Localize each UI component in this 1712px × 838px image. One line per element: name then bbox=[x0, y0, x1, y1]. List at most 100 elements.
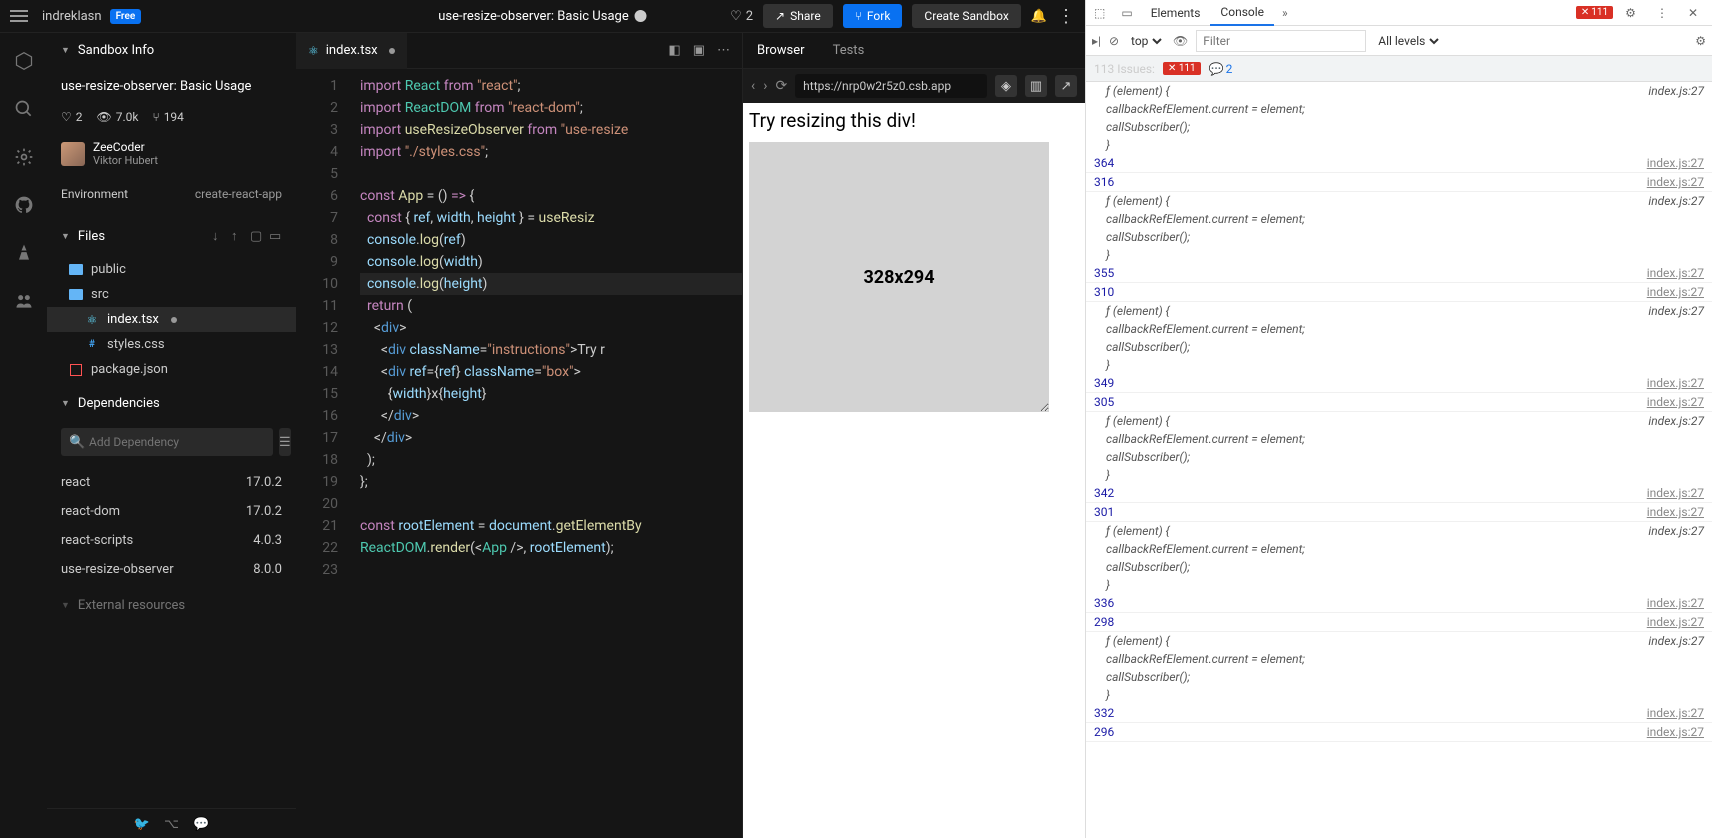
file-package-json[interactable]: package.json bbox=[47, 357, 296, 382]
files-header[interactable]: ▼ Files ↓ ↑ ▢ ▭ bbox=[47, 219, 296, 253]
preview-url-input[interactable] bbox=[795, 74, 987, 98]
console-log-row[interactable]: callSubscriber(); bbox=[1086, 228, 1712, 246]
console-log-row[interactable]: 296index.js:27 bbox=[1086, 723, 1712, 742]
create-sandbox-button[interactable]: Create Sandbox bbox=[912, 4, 1020, 28]
user-area[interactable]: indreklasn Free bbox=[42, 9, 141, 24]
source-link[interactable]: index.js:27 bbox=[1647, 155, 1704, 171]
settings-icon[interactable] bbox=[14, 147, 34, 167]
console-log-row[interactable]: 364index.js:27 bbox=[1086, 154, 1712, 173]
file-styles-css[interactable]: #styles.css bbox=[47, 332, 296, 357]
dependency-react[interactable]: react17.0.2 bbox=[61, 468, 282, 497]
bell-icon[interactable]: 🔔 bbox=[1031, 9, 1047, 24]
console-log-row[interactable]: ƒ (element) {index.js:27 bbox=[1086, 412, 1712, 430]
back-icon[interactable]: ‹ bbox=[751, 78, 755, 94]
resizable-box[interactable]: 328x294 bbox=[749, 142, 1049, 412]
console-log-row[interactable]: ƒ (element) {index.js:27 bbox=[1086, 192, 1712, 210]
deploy-icon[interactable] bbox=[14, 243, 34, 263]
console-log-row[interactable]: } bbox=[1086, 466, 1712, 484]
source-link[interactable]: index.js:27 bbox=[1648, 633, 1704, 649]
privacy-icon[interactable] bbox=[635, 10, 647, 22]
menu-icon[interactable] bbox=[10, 10, 28, 22]
device-icon[interactable]: ▭ bbox=[1113, 6, 1140, 20]
live-icon[interactable] bbox=[14, 291, 34, 311]
source-link[interactable]: index.js:27 bbox=[1647, 504, 1704, 520]
inspect-icon[interactable]: ⬚ bbox=[1086, 6, 1113, 20]
source-link[interactable]: index.js:27 bbox=[1647, 724, 1704, 740]
console-log-row[interactable]: callSubscriber(); bbox=[1086, 668, 1712, 686]
source-link[interactable]: index.js:27 bbox=[1647, 265, 1704, 281]
console-log-row[interactable]: callSubscriber(); bbox=[1086, 338, 1712, 356]
sidebar-toggle-icon[interactable]: ▸| bbox=[1092, 34, 1101, 48]
like-button[interactable]: ♡ 2 bbox=[730, 9, 753, 24]
preview-tool-2-icon[interactable]: ▥ bbox=[1025, 75, 1047, 97]
source-link[interactable]: index.js:27 bbox=[1647, 375, 1704, 391]
clear-console-icon[interactable]: ⊘ bbox=[1109, 34, 1119, 48]
console-log-row[interactable]: } bbox=[1086, 576, 1712, 594]
tab-console[interactable]: Console bbox=[1210, 0, 1274, 26]
eye-icon[interactable]: 👁 bbox=[1173, 34, 1188, 48]
console-log-row[interactable]: 336index.js:27 bbox=[1086, 594, 1712, 613]
console-log-row[interactable]: callbackRefElement.current = element; bbox=[1086, 650, 1712, 668]
console-log-row[interactable]: callbackRefElement.current = element; bbox=[1086, 540, 1712, 558]
console-log-row[interactable]: ƒ (element) {index.js:27 bbox=[1086, 522, 1712, 540]
search-icon[interactable] bbox=[14, 99, 34, 119]
tab-tests[interactable]: Tests bbox=[833, 43, 865, 58]
console-log-row[interactable]: callbackRefElement.current = element; bbox=[1086, 210, 1712, 228]
console-log-row[interactable]: } bbox=[1086, 246, 1712, 264]
sandbox-info-header[interactable]: ▼Sandbox Info bbox=[47, 33, 296, 67]
source-link[interactable]: index.js:27 bbox=[1648, 193, 1704, 209]
console-log-row[interactable]: } bbox=[1086, 686, 1712, 704]
file-index-tsx[interactable]: ⚛index.tsx bbox=[47, 307, 296, 332]
dependency-menu-icon[interactable]: ☰ bbox=[279, 428, 291, 456]
console-log-row[interactable]: 349index.js:27 bbox=[1086, 374, 1712, 393]
close-icon[interactable]: ✕ bbox=[1680, 6, 1706, 20]
upload-icon[interactable]: ↑ bbox=[231, 228, 244, 244]
code-editor[interactable]: 1234567891011121314151617181920212223 im… bbox=[296, 69, 742, 838]
source-link[interactable]: index.js:27 bbox=[1647, 485, 1704, 501]
code-content[interactable]: import React from "react";import ReactDO… bbox=[352, 69, 742, 838]
source-link[interactable]: index.js:27 bbox=[1647, 284, 1704, 300]
console-log-row[interactable]: 342index.js:27 bbox=[1086, 484, 1712, 503]
sandbox-icon[interactable] bbox=[14, 51, 34, 71]
console-log-row[interactable]: 355index.js:27 bbox=[1086, 264, 1712, 283]
external-resources-header[interactable]: ▼External resources bbox=[47, 588, 296, 622]
console-filter-input[interactable] bbox=[1196, 30, 1366, 52]
add-dependency-input[interactable] bbox=[61, 428, 273, 456]
console-log-row[interactable]: 305index.js:27 bbox=[1086, 393, 1712, 412]
author-row[interactable]: ZeeCoder Viktor Hubert bbox=[61, 130, 282, 177]
console-settings-icon[interactable]: ⚙ bbox=[1695, 34, 1706, 48]
more-menu-icon[interactable]: ⋮ bbox=[1057, 6, 1075, 27]
layout-icon[interactable]: ▣ bbox=[693, 43, 705, 58]
console-log-row[interactable]: callbackRefElement.current = element; bbox=[1086, 430, 1712, 448]
source-link[interactable]: index.js:27 bbox=[1648, 83, 1704, 99]
tab-elements[interactable]: Elements bbox=[1141, 0, 1211, 26]
console-log-row[interactable]: callSubscriber(); bbox=[1086, 448, 1712, 466]
kebab-icon[interactable]: ⋮ bbox=[1648, 6, 1676, 20]
split-icon[interactable]: ◧ bbox=[668, 43, 680, 58]
file-public[interactable]: public bbox=[47, 257, 296, 282]
console-log-row[interactable]: 316index.js:27 bbox=[1086, 173, 1712, 192]
source-link[interactable]: index.js:27 bbox=[1648, 303, 1704, 319]
source-link[interactable]: index.js:27 bbox=[1648, 523, 1704, 539]
tab-browser[interactable]: Browser bbox=[757, 43, 805, 58]
log-level-select[interactable]: All levels bbox=[1374, 33, 1442, 49]
console-log-row[interactable]: 298index.js:27 bbox=[1086, 613, 1712, 632]
console-output[interactable]: ƒ (element) {index.js:27 callbackRefElem… bbox=[1086, 82, 1712, 838]
project-title[interactable]: use-resize-observer: Basic Usage bbox=[61, 75, 282, 104]
more-tabs-icon[interactable]: » bbox=[1274, 6, 1296, 20]
reload-icon[interactable]: ⟳ bbox=[775, 78, 787, 94]
dependency-use-resize-observer[interactable]: use-resize-observer8.0.0 bbox=[61, 555, 282, 584]
source-link[interactable]: index.js:27 bbox=[1647, 595, 1704, 611]
console-log-row[interactable]: ƒ (element) {index.js:27 bbox=[1086, 302, 1712, 320]
share-button[interactable]: ↗Share bbox=[763, 4, 833, 28]
source-link[interactable]: index.js:27 bbox=[1647, 394, 1704, 410]
file-src[interactable]: src bbox=[47, 282, 296, 307]
gear-icon[interactable]: ⚙ bbox=[1617, 6, 1644, 20]
preview-iframe[interactable]: Try resizing this div! 328x294 bbox=[743, 103, 1085, 838]
console-log-row[interactable]: 310index.js:27 bbox=[1086, 283, 1712, 302]
dependencies-header[interactable]: ▼Dependencies bbox=[47, 386, 296, 420]
more-icon[interactable]: ⋯ bbox=[717, 43, 730, 58]
source-link[interactable]: index.js:27 bbox=[1648, 413, 1704, 429]
forward-icon[interactable]: › bbox=[763, 78, 767, 94]
source-link[interactable]: index.js:27 bbox=[1647, 705, 1704, 721]
